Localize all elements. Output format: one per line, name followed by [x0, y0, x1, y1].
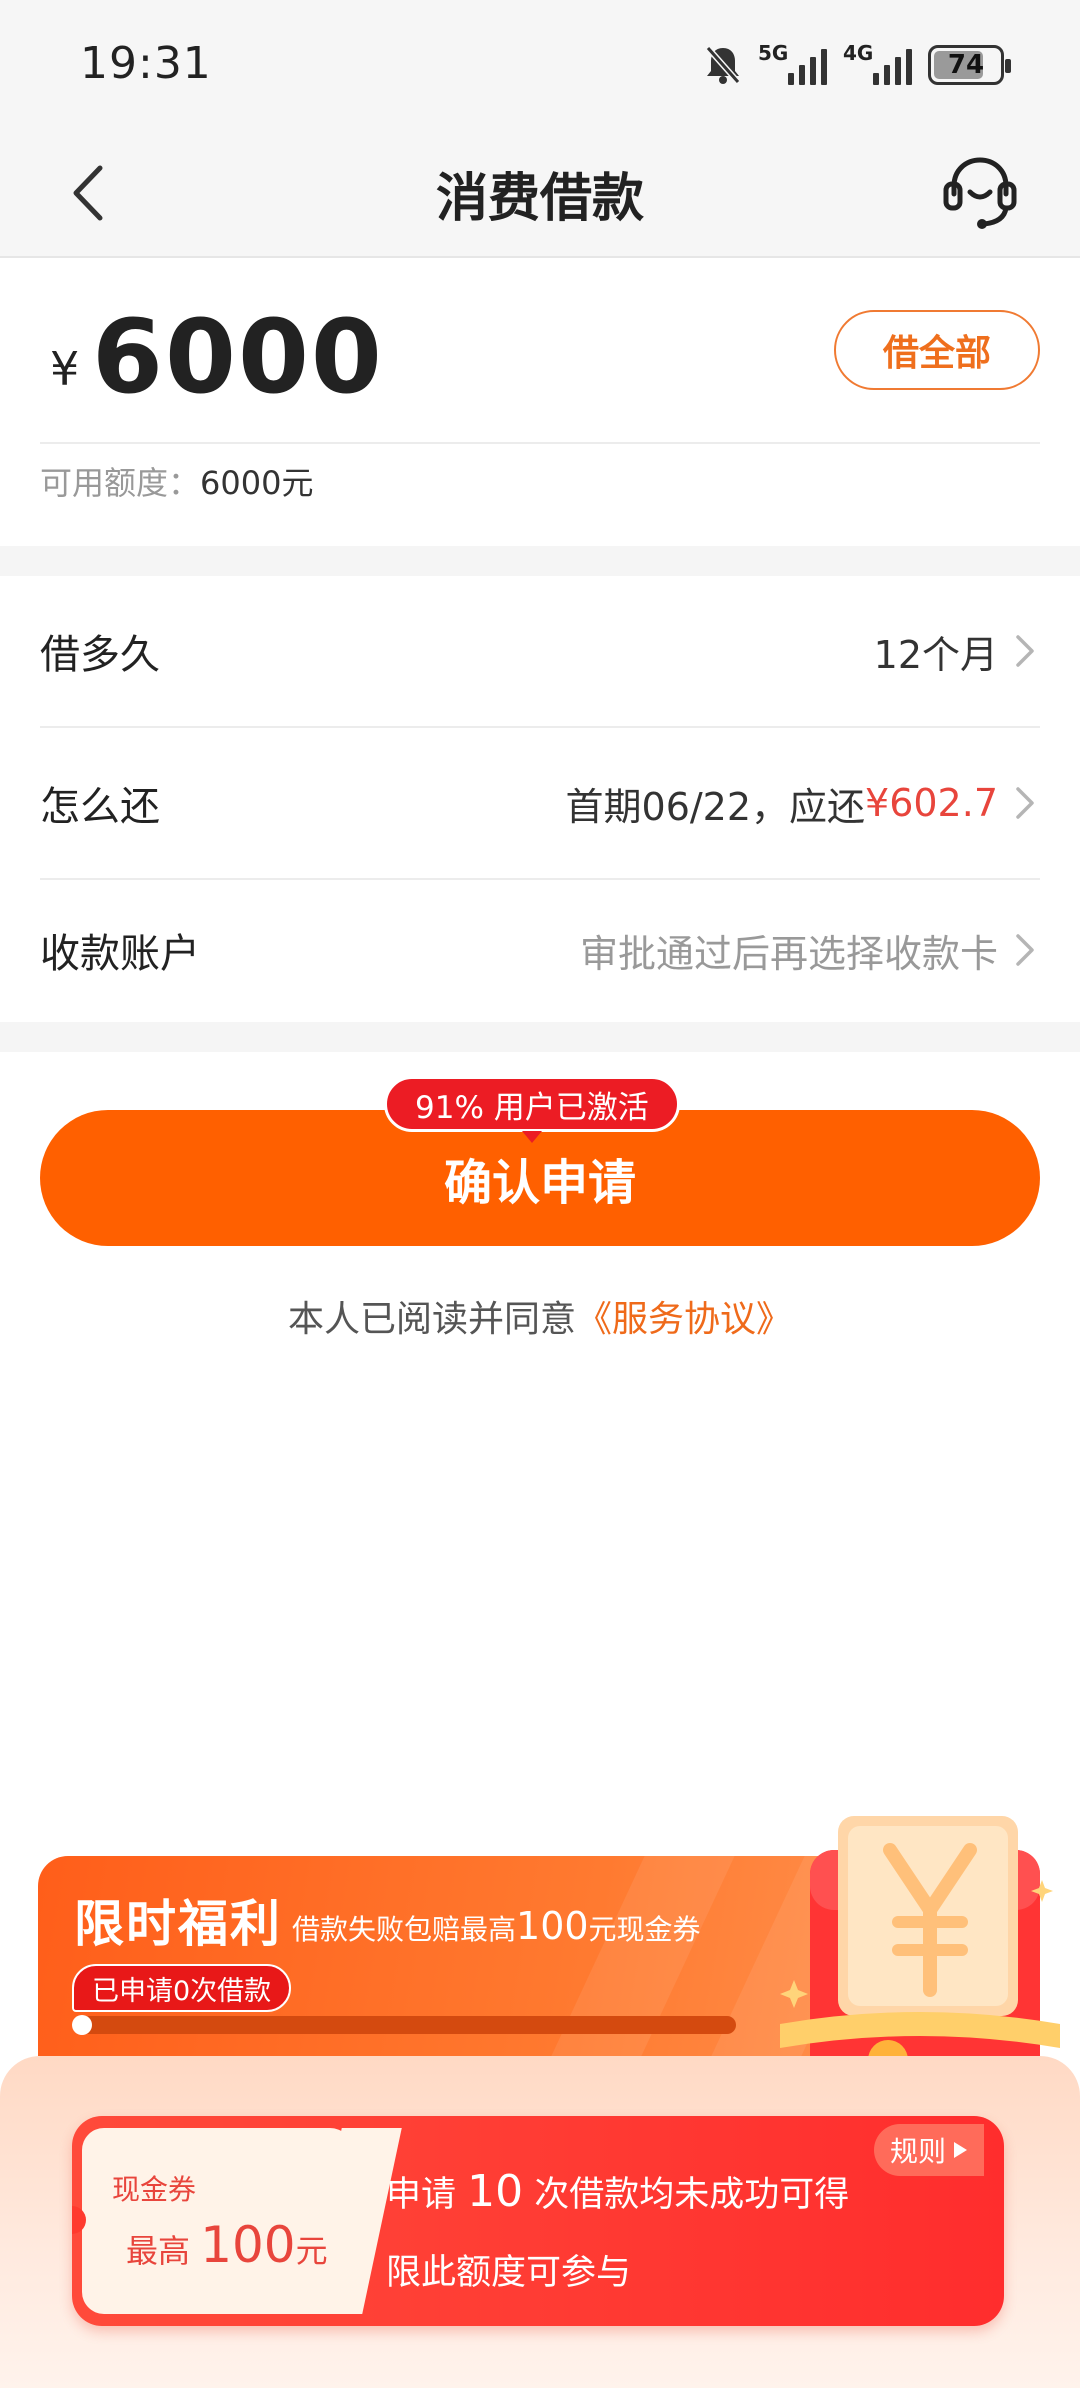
status-time: 19:31 [80, 38, 212, 89]
rules-button[interactable]: 规则 [874, 2124, 984, 2176]
divider [40, 442, 1040, 444]
term-label: 借多久 [40, 632, 160, 678]
coupon-max-value: 最高 100元 [126, 2216, 328, 2274]
available-credit-label: 可用额度： [40, 464, 201, 502]
play-triangle-icon [954, 2142, 967, 2158]
loan-options: 借多久 12个月 怎么还 首期06/22，应还 ¥602.7 收款账户 审批通过后… [0, 576, 1080, 1020]
term-value: 12个月 [873, 632, 998, 677]
repayment-value-group: 首期06/22，应还 ¥602.7 [566, 776, 1040, 831]
coupon-condition: 申请 10 次借款均未成功可得 [386, 2166, 850, 2217]
receiving-account-value-group: 审批通过后再选择收款卡 [580, 923, 1040, 978]
promo-title: 限时福利 [74, 1895, 282, 1953]
promo-progress-knob [72, 2015, 92, 2035]
amount-card: ¥ 6000 借全部 可用额度：6000元 [0, 258, 1080, 546]
nav-bar: 消费借款 [0, 130, 1080, 258]
receiving-account-value: 审批通过后再选择收款卡 [579, 931, 998, 976]
signal-5g-icon: 5G [758, 41, 827, 85]
promo-subtitle: 借款失败包赔最高100元现金券 [292, 1904, 701, 1948]
repayment-amount: ¥602.7 [865, 781, 998, 825]
available-credit: 可用额度：6000元 [40, 458, 313, 504]
section-gap [0, 546, 1080, 576]
repayment-first-date: 首期06/22，应还 [565, 784, 866, 829]
agreement-text: 本人已阅读并同意《服务协议》 [0, 1290, 1080, 1342]
battery-icon: 74 [928, 45, 1011, 85]
borrow-all-button[interactable]: 借全部 [834, 310, 1040, 390]
page-title: 消费借款 [435, 169, 644, 229]
applied-count-tag: 已申请0次借款 [72, 1964, 292, 2012]
section-gap [0, 1022, 1080, 1052]
service-agreement-link[interactable]: 《服务协议》 [576, 1299, 792, 1340]
status-icons: 5G 4G 74 [704, 40, 1011, 90]
available-credit-value: 6000元 [200, 464, 314, 502]
repayment-label: 怎么还 [40, 784, 160, 830]
chevron-right-icon [1016, 635, 1034, 667]
receiving-account-label: 收款账户 [40, 931, 200, 977]
activation-badge: 91% 用户已激活 [384, 1076, 680, 1143]
term-value-group: 12个月 [874, 624, 1040, 679]
promo-amount: 100 [516, 1904, 589, 1948]
currency-symbol: ¥ [50, 342, 80, 396]
chevron-right-icon [1016, 934, 1034, 966]
signal-4g-icon: 4G [843, 41, 912, 85]
coupon-type: 现金券 [112, 2173, 197, 2206]
battery-level: 74 [947, 50, 985, 80]
agreement-statement: 本人已阅读并同意 [287, 1299, 576, 1340]
rules-label: 规则 [889, 2135, 946, 2168]
headset-icon[interactable] [940, 150, 1020, 236]
status-bar: 19:31 5G 4G 74 [0, 0, 1080, 130]
loan-amount[interactable]: 6000 [92, 298, 384, 417]
promo-progress-bar [72, 2015, 736, 2035]
red-envelope-yen-icon [780, 1816, 1060, 2080]
receiving-account-row[interactable]: 收款账户 审批通过后再选择收款卡 [40, 880, 1040, 1020]
coupon-restriction: 限此额度可参与 [386, 2253, 632, 2293]
repayment-row[interactable]: 怎么还 首期06/22，应还 ¥602.7 [40, 728, 1040, 880]
coupon-attempt-count: 10 [467, 2166, 524, 2217]
coupon-amount: 100 [200, 2216, 296, 2274]
chevron-right-icon [1016, 787, 1034, 819]
mute-bell-icon [705, 46, 741, 84]
term-row[interactable]: 借多久 12个月 [40, 576, 1040, 728]
